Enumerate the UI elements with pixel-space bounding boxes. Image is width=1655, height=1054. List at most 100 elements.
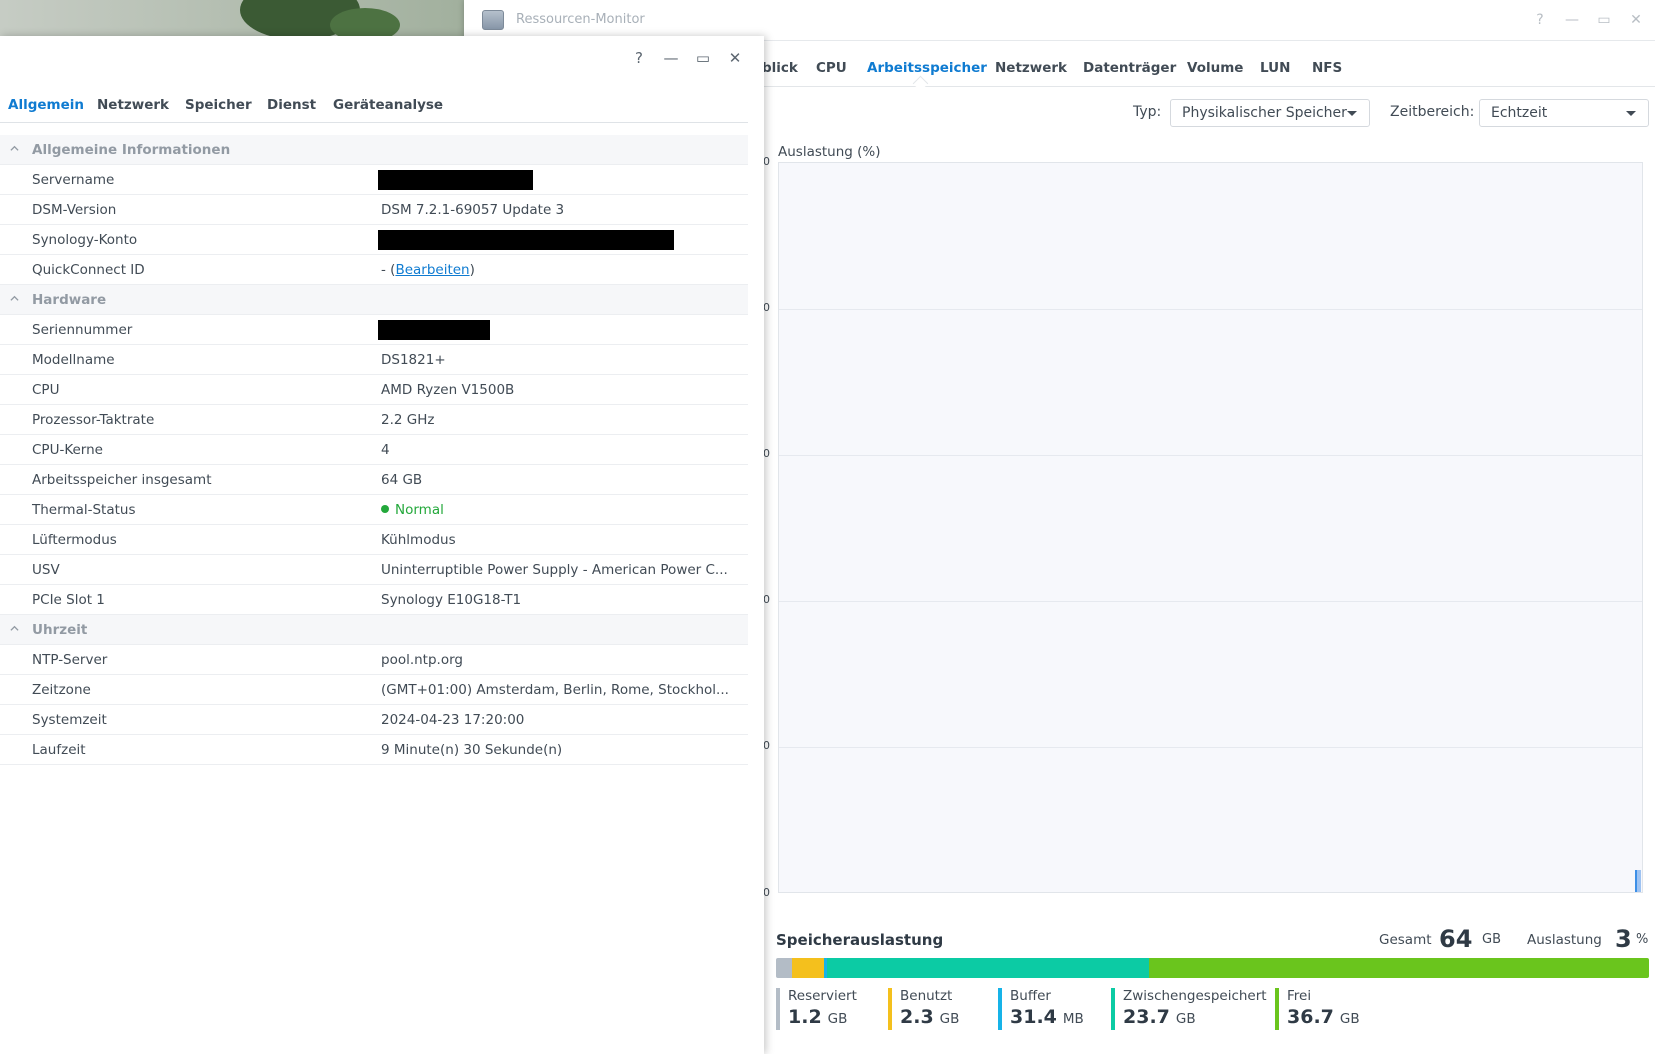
- tab-nfs[interactable]: NFS: [1312, 60, 1342, 76]
- status-dot-icon: [381, 505, 389, 513]
- type-select[interactable]: Physikalischer Speicher: [1170, 99, 1370, 127]
- chart-gridline: [779, 747, 1642, 748]
- close-icon[interactable]: ✕: [725, 48, 745, 68]
- table-row: Lüftermodus Kühlmodus: [0, 525, 748, 555]
- legend-value: 1.2: [788, 1006, 822, 1028]
- row-label: QuickConnect ID: [32, 262, 145, 278]
- bar-segment-reserved: [776, 958, 793, 978]
- tab-general[interactable]: Allgemein: [8, 97, 84, 113]
- row-label: NTP-Server: [32, 652, 108, 668]
- minimize-icon[interactable]: —: [1562, 10, 1582, 30]
- row-label: CPU-Kerne: [32, 442, 103, 458]
- bar-segment-cached: [826, 958, 1150, 978]
- section-header[interactable]: Hardware: [0, 285, 748, 315]
- row-label: Laufzeit: [32, 742, 86, 758]
- info-center-tabs: Allgemein Netzwerk Speicher Dienst Gerät…: [0, 76, 748, 123]
- row-label: Seriennummer: [32, 322, 133, 338]
- range-select[interactable]: Echtzeit: [1479, 99, 1649, 127]
- row-label: Zeitzone: [32, 682, 91, 698]
- y-tick-label: 0: [763, 155, 770, 168]
- bar-segment-used: [792, 958, 824, 978]
- chevron-up-icon: [10, 625, 19, 631]
- row-label: Arbeitsspeicher insgesamt: [32, 472, 212, 488]
- legend-cached: Zwischengespeichert 23.7 GB: [1111, 988, 1267, 1030]
- redacted-servername: [378, 170, 533, 190]
- chart-gridline: [779, 309, 1642, 310]
- y-tick-label: 0: [763, 447, 770, 460]
- row-value: (GMT+01:00) Amsterdam, Berlin, Rome, Sto…: [381, 682, 729, 698]
- legend-unit: MB: [1062, 1011, 1084, 1027]
- legend-value: 36.7: [1287, 1006, 1334, 1028]
- row-value: DS1821+: [381, 352, 446, 368]
- edit-quickconnect-link[interactable]: Bearbeiten: [395, 262, 469, 278]
- row-label: Systemzeit: [32, 712, 107, 728]
- minimize-icon[interactable]: —: [661, 48, 681, 68]
- tab-network[interactable]: Netzwerk: [97, 97, 169, 113]
- maximize-icon[interactable]: ▭: [693, 48, 713, 68]
- total-label: Gesamt: [1379, 932, 1432, 948]
- info-table: Allgemeine Informationen Servername DSM-…: [0, 135, 748, 765]
- table-row: Servername: [0, 165, 748, 195]
- utilization-unit: %: [1636, 932, 1649, 947]
- tab-network[interactable]: Netzwerk: [995, 60, 1067, 76]
- table-row: Synology-Konto: [0, 225, 748, 255]
- maximize-icon[interactable]: ▭: [1594, 10, 1614, 30]
- memory-usage-chart[interactable]: [778, 162, 1643, 893]
- row-label: Lüftermodus: [32, 532, 117, 548]
- row-label: CPU: [32, 382, 60, 398]
- tab-memory[interactable]: Arbeitsspeicher: [867, 60, 987, 76]
- type-select-value: Physikalischer Speicher: [1182, 105, 1347, 121]
- tab-overview[interactable]: blick: [762, 60, 798, 76]
- memory-distribution-bar: [776, 958, 1649, 978]
- legend-unit: GB: [1339, 1011, 1360, 1027]
- section-header[interactable]: Uhrzeit: [0, 615, 748, 645]
- range-select-value: Echtzeit: [1491, 105, 1548, 121]
- row-value: 64 GB: [381, 472, 423, 488]
- usage-line: [1635, 870, 1641, 892]
- legend-unit: GB: [1175, 1011, 1196, 1027]
- row-value: Synology E10G18-T1: [381, 592, 522, 608]
- row-value: - (Bearbeiten): [381, 262, 475, 278]
- row-value: Normal: [381, 502, 444, 518]
- row-label: Prozessor-Taktrate: [32, 412, 155, 428]
- help-icon[interactable]: ?: [629, 48, 649, 68]
- row-label: PCIe Slot 1: [32, 592, 105, 608]
- row-value: pool.ntp.org: [381, 652, 463, 668]
- close-icon[interactable]: ✕: [1626, 10, 1646, 30]
- legend-unit: GB: [827, 1011, 848, 1027]
- chart-gridline: [779, 601, 1642, 602]
- type-label: Typ:: [1133, 104, 1162, 120]
- row-label: Servername: [32, 172, 115, 188]
- chevron-up-icon: [10, 295, 19, 301]
- legend-name: Frei: [1287, 988, 1312, 1004]
- legend-value: 31.4: [1010, 1006, 1057, 1028]
- resource-monitor-titlebar[interactable]: Ressourcen-Monitor ? — ▭ ✕: [464, 0, 1655, 41]
- window-title: Ressourcen-Monitor: [516, 12, 645, 27]
- total-unit: GB: [1482, 932, 1501, 947]
- table-row: CPU AMD Ryzen V1500B: [0, 375, 748, 405]
- tab-storage[interactable]: Speicher: [185, 97, 252, 113]
- row-value: 9 Minute(n) 30 Sekunde(n): [381, 742, 563, 758]
- tab-cpu[interactable]: CPU: [816, 60, 847, 76]
- help-icon[interactable]: ?: [1530, 10, 1550, 30]
- y-tick-label: 0: [763, 301, 770, 314]
- section-title: Allgemeine Informationen: [32, 142, 231, 158]
- row-value: DSM 7.2.1-69057 Update 3: [381, 202, 565, 218]
- section-header[interactable]: Allgemeine Informationen: [0, 135, 748, 165]
- tab-lun[interactable]: LUN: [1260, 60, 1290, 76]
- active-tab-caret: [912, 75, 929, 92]
- tab-volume[interactable]: Volume: [1187, 60, 1243, 76]
- tab-device-analysis[interactable]: Geräteanalyse: [333, 97, 443, 113]
- legend-value: 2.3: [900, 1006, 934, 1028]
- table-row: Modellname DS1821+: [0, 345, 748, 375]
- tab-disk[interactable]: Datenträger: [1083, 60, 1176, 76]
- tab-service[interactable]: Dienst: [267, 97, 316, 113]
- app-icon: [482, 10, 504, 30]
- thermal-status: Normal: [395, 502, 444, 518]
- table-row: PCIe Slot 1 Synology E10G18-T1: [0, 585, 748, 615]
- memory-usage-title: Speicherauslastung: [776, 931, 944, 949]
- table-row: Prozessor-Taktrate 2.2 GHz: [0, 405, 748, 435]
- bar-segment-free: [1149, 958, 1649, 978]
- row-value: 4: [381, 442, 390, 458]
- redacted-account: [378, 230, 674, 250]
